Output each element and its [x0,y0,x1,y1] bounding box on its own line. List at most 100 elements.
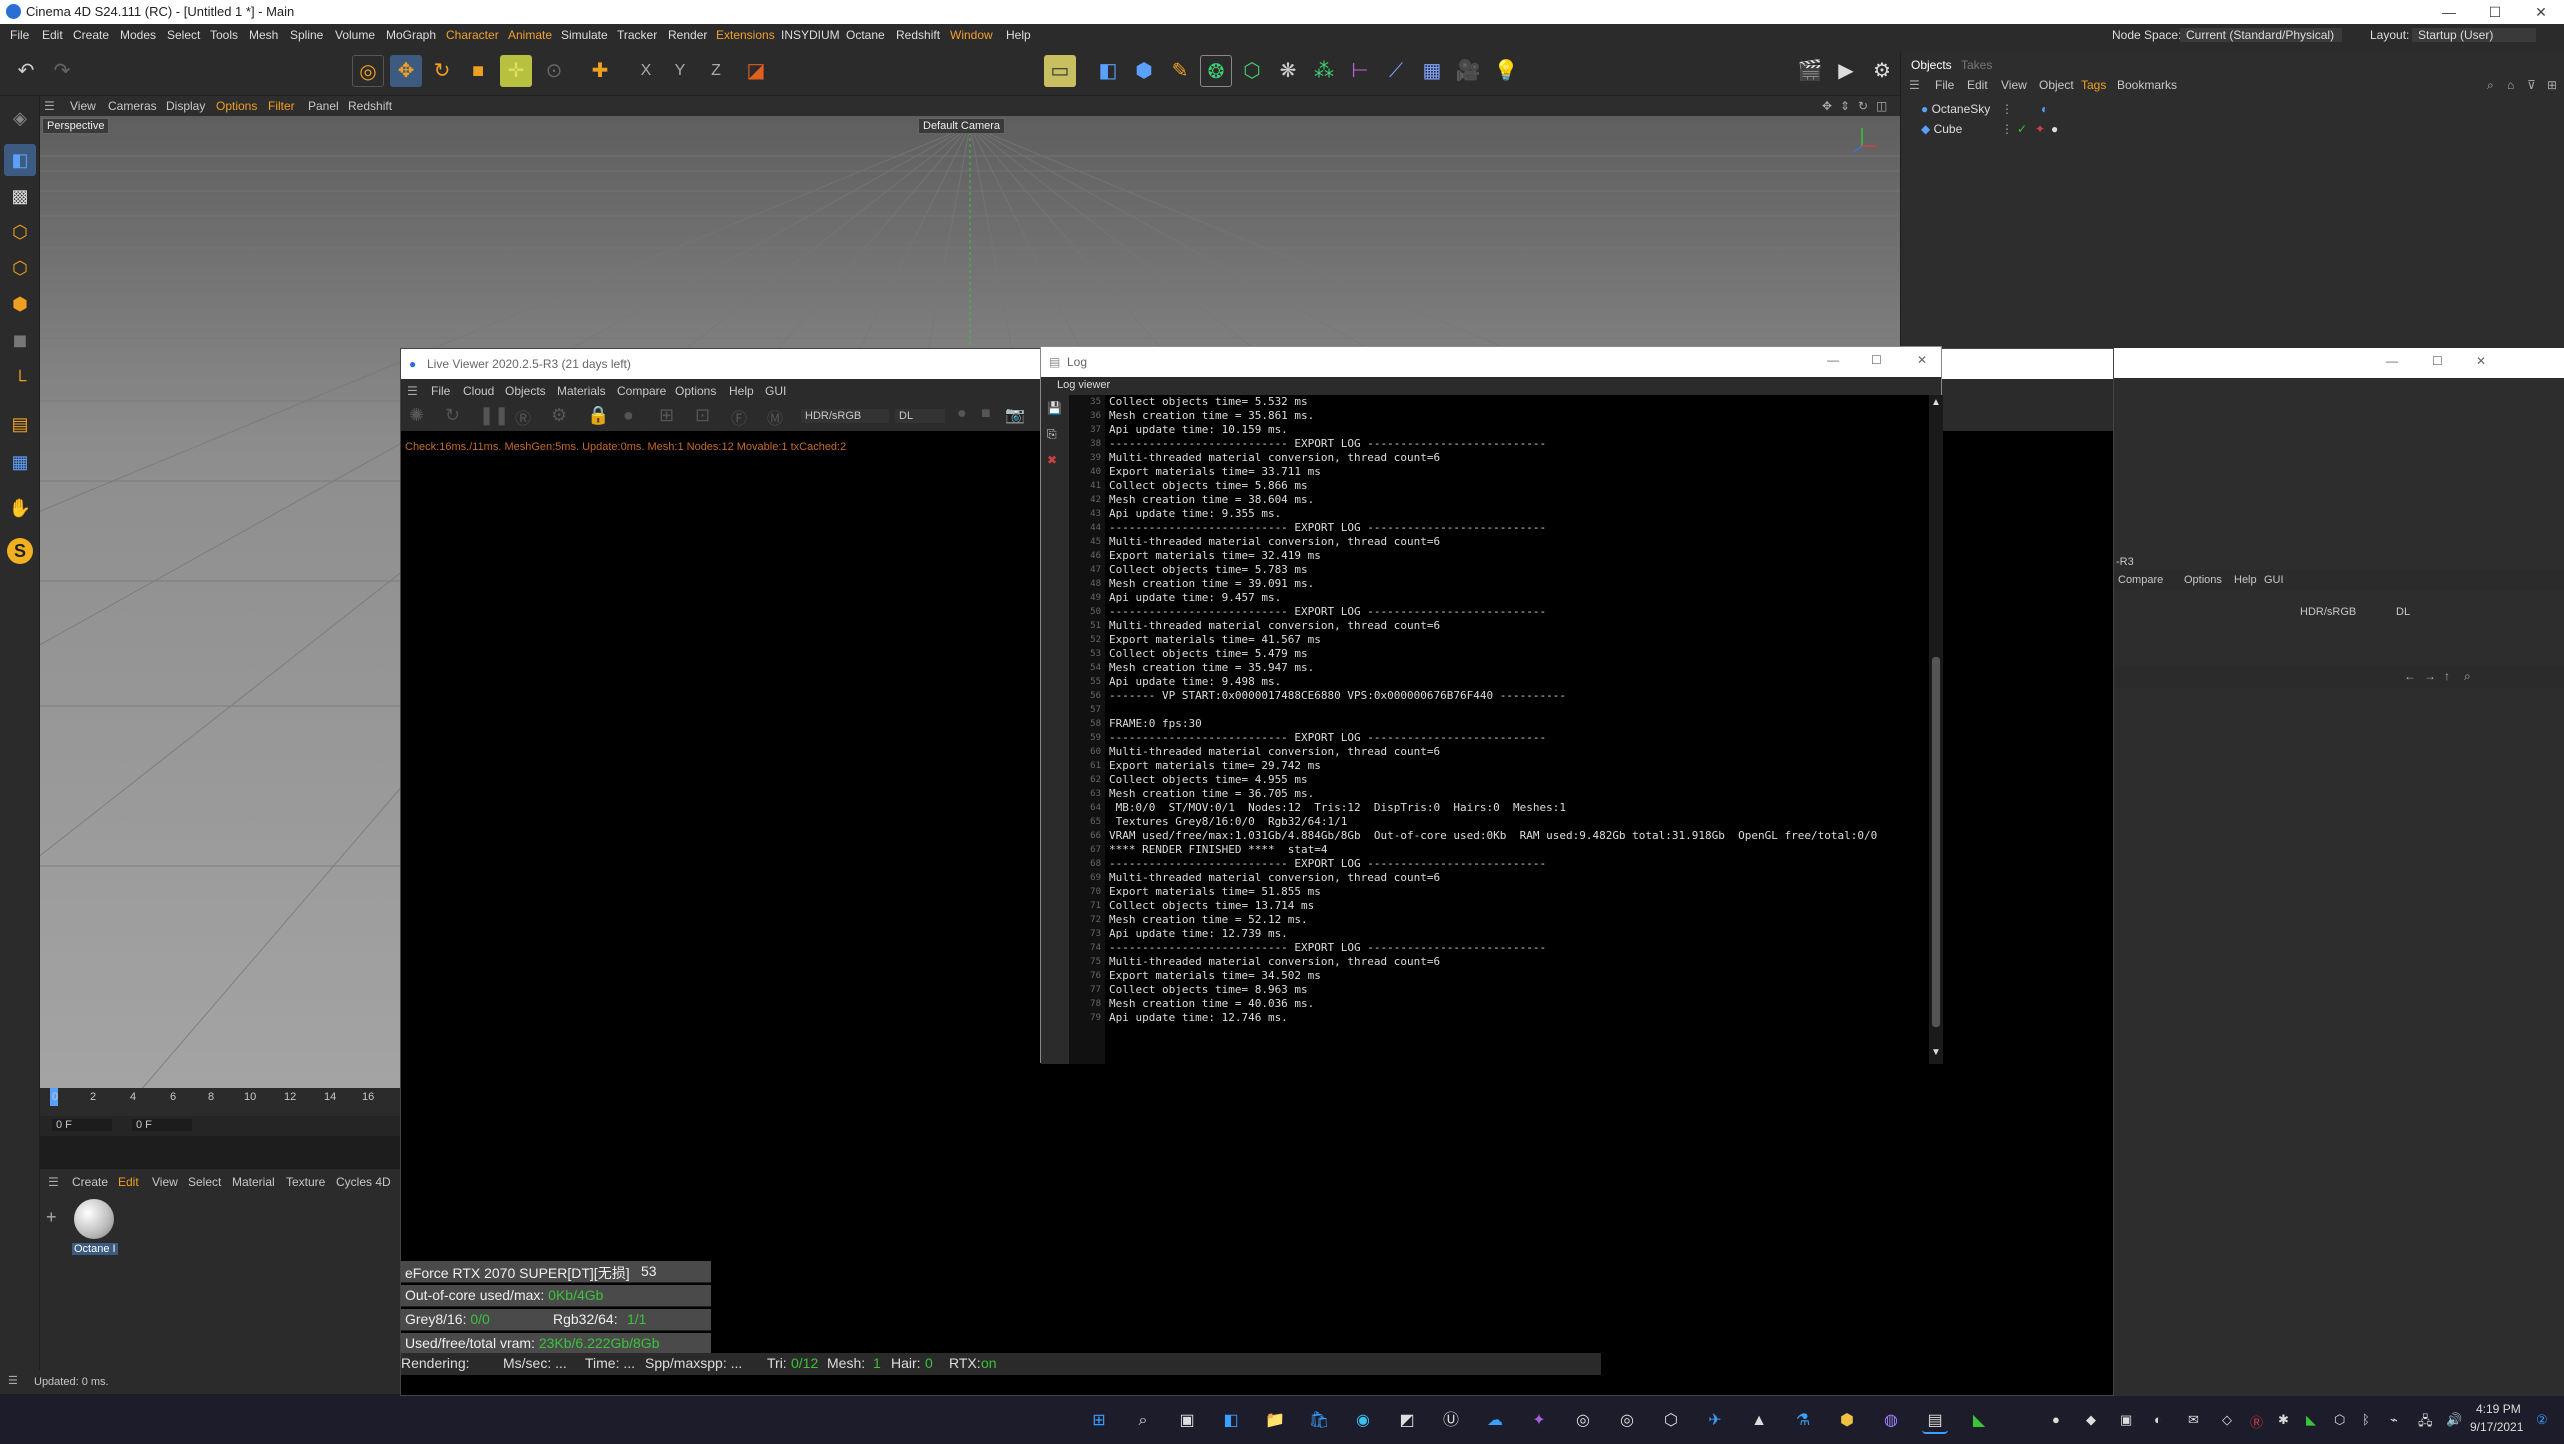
light-icon[interactable]: 💡 [1490,55,1522,87]
unity-icon[interactable]: ⬡ [1658,1408,1684,1434]
render-picture-viewer-icon[interactable]: ▶ [1830,55,1862,87]
edge-icon[interactable]: ◉ [1350,1408,1376,1434]
sphere-icon[interactable]: ● [623,405,634,426]
menu-tracker[interactable]: Tracker [617,28,657,42]
live-menu-objects[interactable]: Objects [505,384,546,398]
live-menu-compare[interactable]: Compare [617,384,666,398]
tray-icon[interactable]: ◣ [2306,1412,2316,1428]
discord-icon[interactable]: ◍ [1878,1408,1904,1434]
object-row-cube[interactable]: ◆ Cube [1921,122,1962,140]
start-icon[interactable]: ⊞ [1086,1408,1112,1434]
stop-icon[interactable]: ■ [981,405,991,423]
live-selection-icon[interactable]: ◎ [352,55,384,87]
menu-mograph[interactable]: MoGraph [386,28,436,42]
rotate-icon[interactable]: ↻ [426,55,458,87]
current-frame-field[interactable]: 0 F [52,1119,112,1131]
tray-icon[interactable]: ⬡ [2334,1412,2345,1428]
log-content[interactable]: 35 36 37 38 39 40 41 42 43 44 45 46 47 48 49 50 51 52 53 54… [1069,395,1929,1064]
unreal-icon[interactable]: Ⓤ [1438,1408,1464,1434]
viewport-menu-redshift[interactable]: Redshift [348,99,392,113]
mat-menu-select[interactable]: Select [188,1175,221,1189]
start-frame-field[interactable]: 0 F [132,1119,192,1131]
objects-menu-icon[interactable]: ☰ [1909,78,1920,92]
subdivision-icon[interactable]: ❂ [1200,55,1232,87]
texture-mode-icon[interactable]: ▩ [4,180,36,212]
cinema4d-taskbar-icon-2[interactable]: ◎ [1614,1408,1640,1434]
home-icon[interactable]: ⌂ [2507,78,2514,92]
nvidia-icon[interactable]: ◣ [1966,1408,1992,1434]
menu-redshift[interactable]: Redshift [896,28,940,42]
minimize-button[interactable]: — [2386,354,2398,368]
app-icon[interactable]: ⚗ [1790,1408,1816,1434]
tray-icon[interactable]: Ⓡ [2250,1412,2263,1431]
clay-icon[interactable]: ⊡ [695,405,710,426]
deformer-icon[interactable]: ❋ [1272,55,1304,87]
file-explorer-icon[interactable]: 📁 [1262,1408,1288,1434]
move-icon[interactable]: ✥ [390,55,422,87]
camera-label[interactable]: Default Camera [918,118,1006,134]
live-menu-cloud[interactable]: Cloud [463,384,494,398]
cube-primitive-icon[interactable]: ⬢ [1128,55,1160,87]
mat-menu-material[interactable]: Material [232,1175,275,1189]
menu-edit[interactable]: Edit [42,28,63,42]
edges-mode-icon[interactable]: ⬡ [4,252,36,284]
cube-view-icon[interactable]: ◧ [1092,55,1124,87]
tray-icon[interactable]: ◐ [2154,1412,2162,1427]
store-icon[interactable]: 🛍 [1306,1408,1332,1434]
maximize-button[interactable]: ☐ [2432,354,2443,368]
menu-help[interactable]: Help [1006,28,1031,42]
search-icon[interactable]: ⌕ [2464,669,2471,684]
polygons-mode-icon[interactable]: ⬢ [4,288,36,320]
restart-icon[interactable]: ↻ [445,405,460,426]
tray-icon[interactable]: ✱ [2278,1412,2289,1428]
mat-menu-view[interactable]: View [152,1175,178,1189]
app-icon[interactable]: ✦ [1526,1408,1552,1434]
search-icon[interactable]: ⌕ [1130,1408,1156,1434]
onedrive-icon[interactable]: ☁ [1482,1408,1508,1434]
region-icon[interactable]: Ⓡ [515,405,531,429]
menu-mesh[interactable]: Mesh [249,28,278,42]
x-axis-icon[interactable]: X [630,55,662,87]
tab-objects[interactable]: Objects [1911,58,1952,72]
snapshot-icon[interactable]: 📷 [1005,405,1025,425]
menu-animate[interactable]: Animate [508,28,552,42]
pen-icon[interactable]: ✎ [1164,55,1196,87]
uv-mode-icon[interactable]: ◼ [4,324,36,356]
scroll-up-icon[interactable]: ▲ [1931,397,1941,408]
minimize-button[interactable]: — [2426,0,2472,24]
material-pick-icon[interactable]: Ⓜ [767,405,783,429]
generator-icon[interactable]: ⬡ [1236,55,1268,87]
enabled-check-icon[interactable]: ✓ [2017,122,2027,136]
tray-icon[interactable]: ● [2052,1412,2060,1427]
menu-octane[interactable]: Octane [846,28,885,42]
live-menu-gui[interactable]: GUI [765,384,786,398]
focus-icon[interactable]: Ⓕ [731,405,747,429]
mat-menu-create[interactable]: Create [72,1175,108,1189]
obj-menu-edit[interactable]: Edit [1967,78,1988,92]
scale-icon[interactable]: ■ [462,55,494,87]
filter-icon[interactable]: ⊽ [2527,78,2536,92]
live-menu-materials[interactable]: Materials [557,384,606,398]
scroll-down-icon[interactable]: ▼ [1931,1047,1941,1058]
viewport-menu-display[interactable]: Display [166,99,205,113]
live-menu-icon[interactable]: ☰ [407,384,418,398]
tray-icon[interactable]: ◆ [2086,1412,2096,1428]
grid-snap-icon[interactable]: ▦ [4,446,36,478]
viewport-move-icon[interactable]: ✥ [1822,99,1832,113]
octane-tag-icon[interactable]: ◐ [2041,102,2048,116]
phong-tag-icon[interactable]: ✦ [2035,122,2045,136]
menu-modes[interactable]: Modes [120,28,156,42]
close-button[interactable]: ✕ [2476,354,2486,368]
maximize-button[interactable]: ☐ [2472,0,2518,24]
log-minimize-button[interactable]: — [1827,353,1839,367]
task-view-icon[interactable]: ▣ [1174,1408,1200,1434]
app-icon[interactable]: ▲ [1746,1408,1772,1434]
viewport-menu-view[interactable]: View [70,99,96,113]
y-axis-icon[interactable]: Y [664,55,696,87]
menu-extensions[interactable]: Extensions [716,28,775,42]
menu-compare[interactable]: Compare [2118,574,2163,586]
menu-tools[interactable]: Tools [210,28,238,42]
viewport-menu-panel[interactable]: Panel [308,99,339,113]
visibility-toggle-icon[interactable]: ⋮ [2001,122,2013,136]
clock-date[interactable]: 9/17/2021 [2470,1420,2523,1434]
